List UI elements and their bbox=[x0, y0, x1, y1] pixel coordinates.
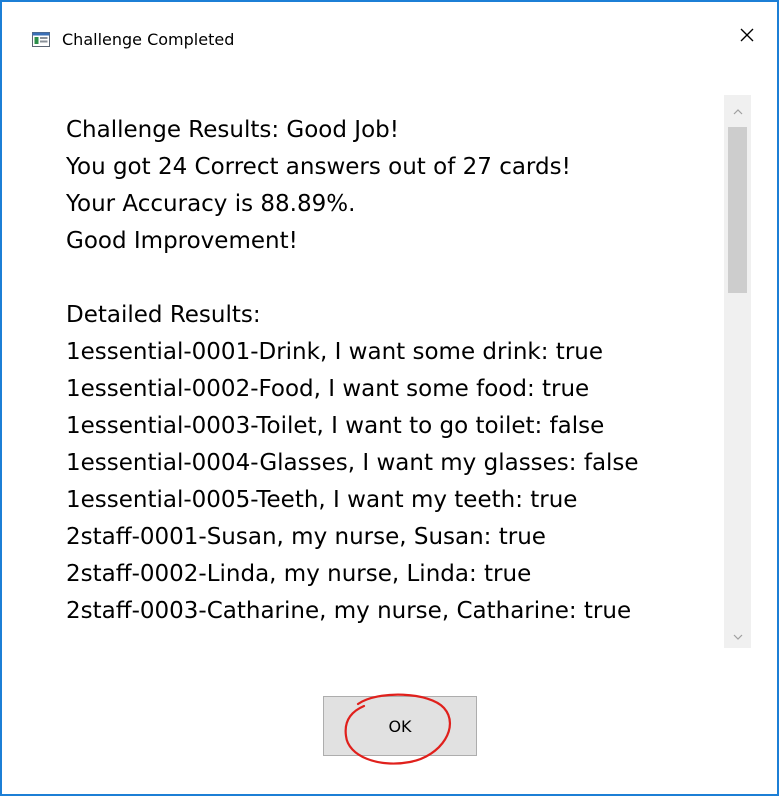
results-line bbox=[66, 260, 716, 297]
results-line: Challenge Results: Good Job! bbox=[66, 117, 399, 143]
results-line: 1essential-0002-Food, I want some food: … bbox=[66, 376, 590, 402]
results-line: You got 24 Correct answers out of 27 car… bbox=[66, 154, 571, 180]
results-line: Detailed Results: bbox=[66, 302, 261, 328]
ok-button-label: OK bbox=[388, 716, 412, 736]
close-icon bbox=[739, 27, 755, 47]
results-line: 2staff-0002-Linda, my nurse, Linda: true bbox=[66, 561, 532, 587]
chevron-down-icon bbox=[733, 625, 743, 644]
results-text-area[interactable]: Challenge Results: Good Job! You got 24 … bbox=[66, 112, 716, 642]
title-bar[interactable]: Challenge Completed bbox=[2, 2, 777, 72]
results-line: 1essential-0003-Toilet, I want to go toi… bbox=[66, 413, 605, 439]
results-line: 2staff-0001-Susan, my nurse, Susan: true bbox=[66, 524, 546, 550]
ok-button[interactable]: OK bbox=[323, 696, 477, 756]
results-line: Good Improvement! bbox=[66, 228, 298, 254]
results-line: 1essential-0001-Drink, I want some drink… bbox=[66, 339, 604, 365]
close-button[interactable] bbox=[717, 14, 777, 60]
scrollbar-thumb[interactable] bbox=[728, 127, 747, 293]
app-window-icon bbox=[32, 32, 50, 47]
scroll-up-button[interactable] bbox=[724, 95, 751, 123]
window-title: Challenge Completed bbox=[62, 30, 235, 49]
scroll-down-button[interactable] bbox=[724, 620, 751, 648]
chevron-up-icon bbox=[733, 100, 743, 119]
results-line: Your Accuracy is 88.89%. bbox=[66, 191, 356, 217]
results-line: 2staff-0003-Catharine, my nurse, Cathari… bbox=[66, 598, 632, 624]
results-line: 1essential-0005-Teeth, I want my teeth: … bbox=[66, 487, 578, 513]
dialog-window: Challenge Completed Challenge Results: G… bbox=[0, 0, 779, 796]
vertical-scrollbar[interactable] bbox=[724, 95, 751, 648]
results-line: 1essential-0004-Glasses, I want my glass… bbox=[66, 450, 639, 476]
